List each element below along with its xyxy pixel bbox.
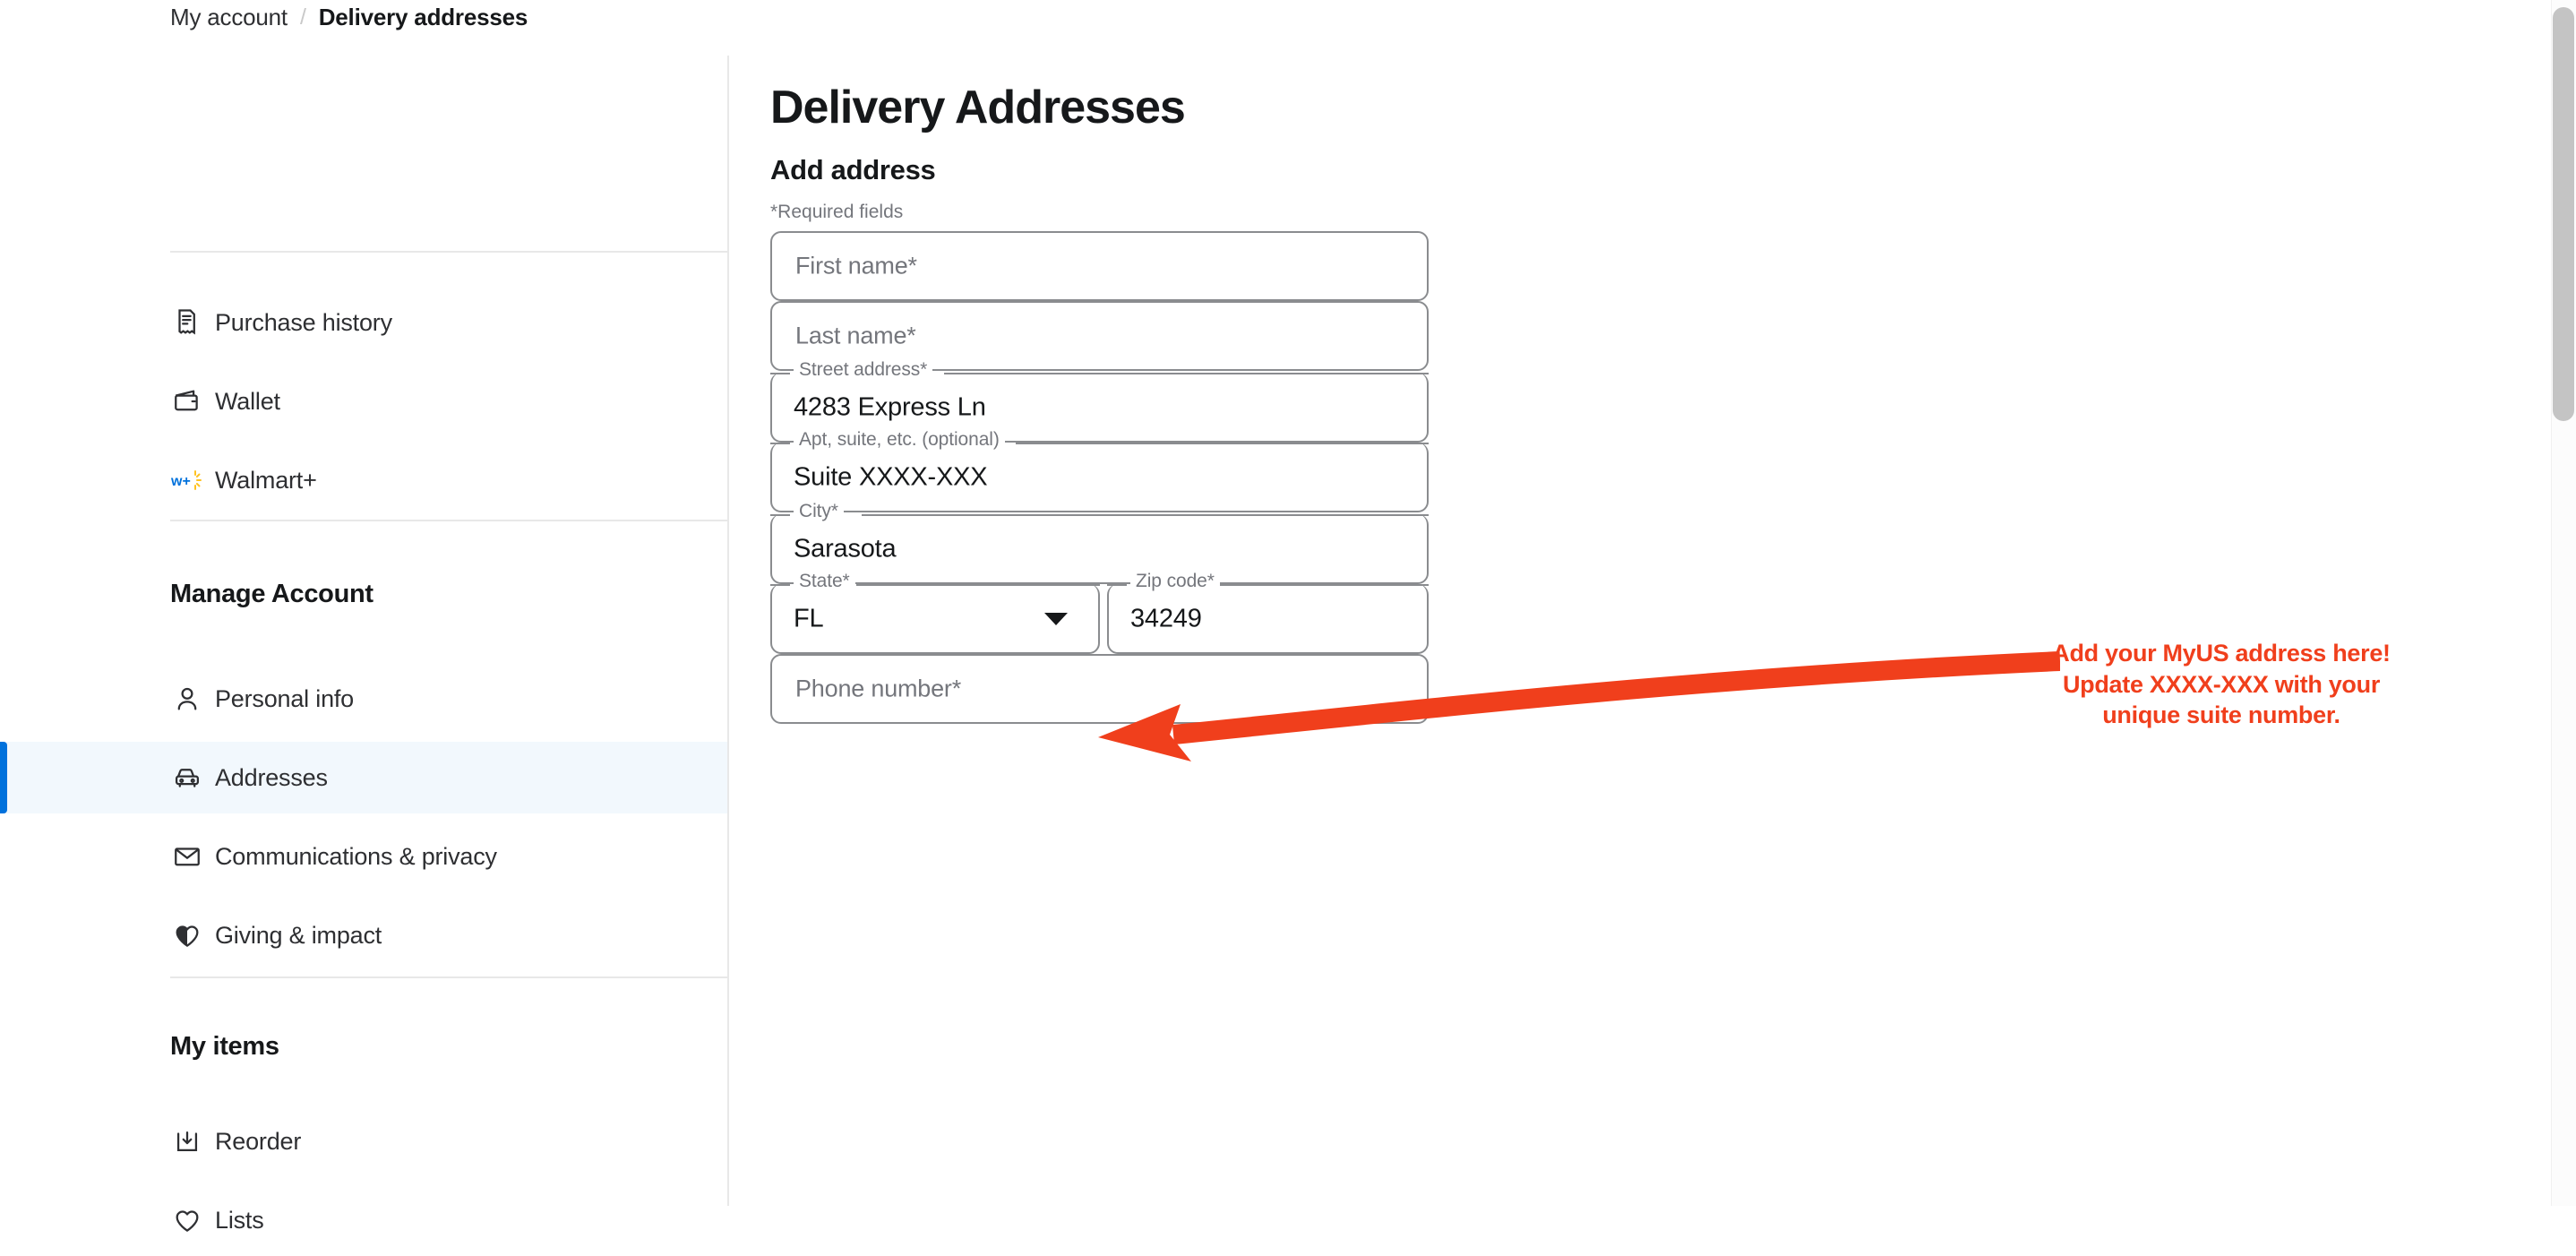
sidebar-item-walmart-plus[interactable]: w+ Walmart+ (0, 444, 727, 516)
apt-suite-label: Apt, suite, etc. (optional) (794, 429, 1005, 451)
sidebar-item-label: Wallet (215, 387, 280, 415)
sidebar-divider-top (170, 251, 727, 253)
state-dropdown[interactable]: State* FL (770, 571, 1100, 654)
svg-text:w+: w+ (171, 474, 191, 489)
city-field[interactable]: City* Sarasota (770, 501, 1429, 584)
field-outline-notch-left (770, 373, 790, 374)
city-label: City* (794, 501, 844, 522)
last-name-placeholder: Last name* (795, 322, 916, 349)
annotation-line-2: Update XXXX-XXX with your (2062, 670, 2381, 698)
main-content: Delivery Addresses Add address *Required… (727, 56, 2576, 1206)
phone-number-placeholder: Phone number* (795, 675, 962, 702)
sidebar-item-communications-privacy[interactable]: Communications & privacy (0, 821, 727, 892)
chevron-down-icon[interactable] (1044, 613, 1068, 625)
field-outline-notch-left (770, 443, 790, 444)
scrollbar-thumb[interactable] (2553, 7, 2574, 421)
first-name-field[interactable]: First name* (770, 231, 1429, 301)
envelope-icon (170, 839, 204, 873)
page-title: Delivery Addresses (770, 82, 1186, 133)
field-outline-notch-left (770, 584, 790, 586)
receipt-icon (170, 305, 204, 340)
sidebar-item-label: Lists (215, 1206, 264, 1234)
zip-code-field[interactable]: Zip code* 34249 (1107, 571, 1429, 654)
sidebar-item-label: Communications & privacy (215, 842, 497, 870)
reorder-icon (170, 1124, 204, 1158)
first-name-placeholder: First name* (795, 252, 917, 280)
apt-suite-field[interactable]: Apt, suite, etc. (optional) Suite XXXX-X… (770, 429, 1429, 512)
street-address-value: 4283 Express Ln (794, 392, 986, 422)
sidebar-item-reorder[interactable]: Reorder (0, 1105, 727, 1177)
breadcrumb-current: Delivery addresses (318, 4, 528, 30)
sidebar-item-lists[interactable]: Lists (0, 1184, 727, 1256)
zip-code-value: 34249 (1130, 604, 1202, 633)
phone-number-field[interactable]: Phone number* (770, 654, 1429, 724)
vertical-scrollbar[interactable] (2551, 0, 2576, 1206)
sidebar-item-label: Giving & impact (215, 921, 382, 949)
field-outline-notch-left (1107, 584, 1127, 586)
walmart-plus-icon: w+ (170, 463, 204, 497)
sidebar-item-label: Reorder (215, 1127, 302, 1155)
sidebar-item-purchase-history[interactable]: Purchase history (0, 287, 727, 358)
breadcrumb-my-account[interactable]: My account (170, 4, 288, 31)
sidebar-item-label: Personal info (215, 684, 354, 712)
annotation-text: Add your MyUS address here! Update XXXX-… (1997, 638, 2445, 731)
field-outline-notch-right (862, 514, 1429, 516)
zip-code-label: Zip code* (1130, 571, 1220, 592)
heart-icon (170, 1203, 204, 1237)
field-outline-notch-right (856, 584, 1100, 586)
sidebar-item-personal-info[interactable]: Personal info (0, 663, 727, 735)
sidebar-item-wallet[interactable]: Wallet (0, 366, 727, 437)
sidebar-divider-middle (170, 520, 727, 521)
field-outline-notch-right (1016, 443, 1429, 444)
car-icon (170, 761, 204, 795)
sidebar-heading-my-items: My items (170, 1032, 279, 1061)
person-icon (170, 682, 204, 716)
sidebar-item-giving-impact[interactable]: Giving & impact (0, 899, 727, 971)
state-value: FL (794, 604, 824, 633)
heart-hand-icon (170, 918, 204, 952)
sidebar-item-label: Purchase history (215, 308, 392, 336)
sidebar-item-label: Walmart+ (215, 466, 317, 494)
sidebar-item-addresses[interactable]: Addresses (0, 742, 727, 813)
sidebar-item-label: Addresses (215, 763, 328, 791)
field-outline-notch-left (770, 514, 790, 516)
form-section-title: Add address (770, 154, 936, 185)
sidebar-heading-manage-account: Manage Account (170, 580, 374, 608)
account-sidebar: Purchase history Wallet w+ Walmart+ Mana… (0, 56, 727, 1234)
required-fields-note: *Required fields (770, 202, 904, 222)
breadcrumb-separator: / (299, 4, 306, 30)
city-value: Sarasota (794, 534, 897, 563)
apt-suite-value: Suite XXXX-XXX (794, 462, 988, 492)
sidebar-divider-bottom (170, 976, 727, 978)
field-outline-notch-right (944, 373, 1429, 374)
state-label: State* (794, 571, 855, 592)
street-address-label: Street address* (794, 359, 933, 381)
breadcrumb: My account / Delivery addresses (170, 4, 528, 31)
field-outline-notch-right (1204, 584, 1429, 586)
annotation-line-3: unique suite number. (2102, 701, 2340, 729)
annotation-line-1: Add your MyUS address here! (2052, 640, 2391, 667)
wallet-icon (170, 384, 204, 418)
